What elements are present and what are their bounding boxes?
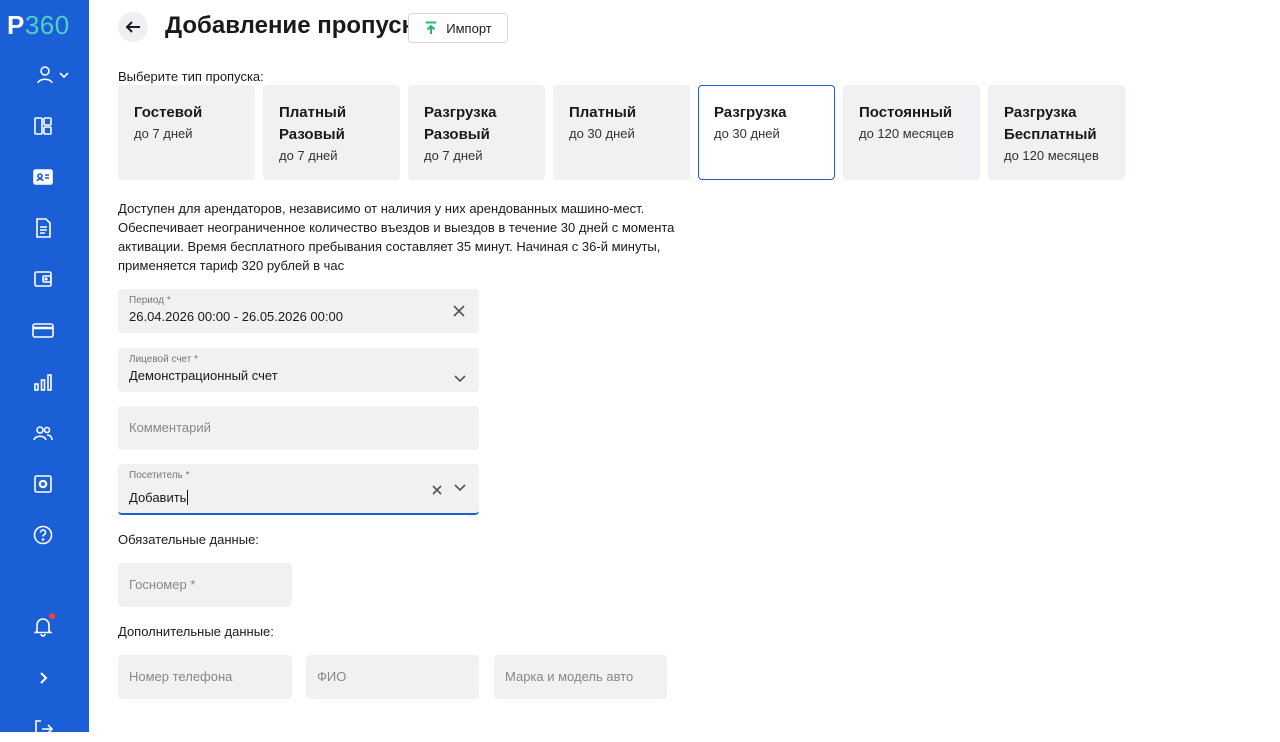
- pass-type-subtitle: до 120 месяцев: [859, 126, 964, 141]
- plate-placeholder: Госномер *: [129, 577, 195, 592]
- account-value: Демонстрационный счет: [129, 368, 278, 383]
- pass-card-icon[interactable]: [30, 164, 56, 190]
- pass-type-option[interactable]: Постоянный до 120 месяцев: [843, 85, 980, 180]
- phone-placeholder: Номер телефона: [129, 669, 232, 684]
- user-menu-icon[interactable]: [33, 62, 73, 88]
- pass-type-title: Гостевой: [134, 102, 239, 124]
- pass-type-selector: Гостевой до 7 дней Платный Разовый до 7 дн…: [118, 85, 1125, 180]
- required-data-label: Обязательные данные:: [118, 532, 259, 547]
- car-model-placeholder: Марка и модель авто: [505, 669, 633, 684]
- visitor-input-value[interactable]: Добавить: [129, 490, 188, 505]
- app-logo[interactable]: P360: [7, 10, 70, 41]
- pass-type-title: Разгрузка Разовый: [424, 102, 529, 146]
- pass-type-subtitle: до 120 месяцев: [1004, 148, 1109, 163]
- clear-icon[interactable]: [450, 302, 468, 320]
- back-button[interactable]: [118, 12, 148, 42]
- sidebar: P360: [0, 0, 89, 732]
- users-icon[interactable]: [30, 420, 56, 446]
- additional-data-label: Дополнительные данные:: [118, 624, 274, 639]
- page-title: Добавление пропуска: [165, 12, 427, 40]
- notification-dot: [49, 613, 55, 619]
- arrow-left-icon: [124, 18, 142, 36]
- expand-icon[interactable]: [30, 665, 56, 691]
- pass-type-option[interactable]: Платный Разовый до 7 дней: [263, 85, 400, 180]
- main-content: Добавление пропуска Импорт Выберите тип …: [89, 0, 1280, 732]
- document-icon[interactable]: [30, 215, 56, 241]
- pass-type-subtitle: до 30 дней: [714, 126, 819, 141]
- account-label: Лицевой счет *: [129, 354, 198, 365]
- pass-type-title: Постоянный: [859, 102, 964, 124]
- visitor-label: Посетитель *: [129, 470, 190, 481]
- pass-type-option[interactable]: Гостевой до 7 дней: [118, 85, 255, 180]
- plate-input[interactable]: Госномер *: [118, 563, 292, 607]
- payment-card-icon[interactable]: [30, 317, 56, 343]
- period-field[interactable]: Период * 26.04.2026 00:00 - 26.05.2026 0…: [118, 289, 479, 333]
- pass-type-option[interactable]: Платный до 30 дней: [553, 85, 690, 180]
- import-button[interactable]: Импорт: [408, 13, 508, 43]
- import-button-label: Импорт: [446, 21, 491, 36]
- notifications-icon[interactable]: [30, 613, 56, 639]
- clear-icon[interactable]: [428, 481, 446, 499]
- upload-icon: [424, 21, 438, 35]
- settings-icon[interactable]: [30, 471, 56, 497]
- car-model-input[interactable]: Марка и модель авто: [494, 655, 667, 699]
- wallet-icon[interactable]: [30, 266, 56, 292]
- analytics-icon[interactable]: [30, 369, 56, 395]
- pass-type-option[interactable]: Разгрузка Бесплатный до 120 месяцев: [988, 85, 1125, 180]
- logout-icon[interactable]: [30, 716, 56, 742]
- fio-input[interactable]: ФИО: [306, 655, 479, 699]
- pass-type-title: Разгрузка Бесплатный: [1004, 102, 1109, 146]
- comment-input[interactable]: Комментарий: [118, 406, 479, 450]
- pass-type-subtitle: до 7 дней: [134, 126, 239, 141]
- pass-type-description: Доступен для арендаторов, независимо от …: [118, 199, 678, 275]
- period-value: 26.04.2026 00:00 - 26.05.2026 00:00: [129, 309, 343, 324]
- comment-placeholder: Комментарий: [129, 420, 211, 435]
- help-icon[interactable]: [30, 522, 56, 548]
- phone-input[interactable]: Номер телефона: [118, 655, 292, 699]
- pass-type-title: Платный Разовый: [279, 102, 384, 146]
- fio-placeholder: ФИО: [317, 669, 346, 684]
- pass-type-title: Платный: [569, 102, 674, 124]
- pass-type-subtitle: до 7 дней: [424, 148, 529, 163]
- pass-type-subtitle: до 30 дней: [569, 126, 674, 141]
- pass-type-option-selected[interactable]: Разгрузка до 30 дней: [698, 85, 835, 180]
- pass-type-subtitle: до 7 дней: [279, 148, 384, 163]
- chevron-down-icon[interactable]: [451, 479, 469, 497]
- period-label: Период *: [129, 295, 171, 306]
- dashboard-icon[interactable]: [30, 113, 56, 139]
- pass-type-option[interactable]: Разгрузка Разовый до 7 дней: [408, 85, 545, 180]
- chevron-down-icon[interactable]: [451, 370, 469, 388]
- pass-type-label: Выберите тип пропуска:: [118, 69, 264, 84]
- account-select[interactable]: Лицевой счет * Демонстрационный счет: [118, 348, 479, 392]
- visitor-select[interactable]: Посетитель * Добавить: [118, 464, 479, 515]
- pass-type-title: Разгрузка: [714, 102, 819, 124]
